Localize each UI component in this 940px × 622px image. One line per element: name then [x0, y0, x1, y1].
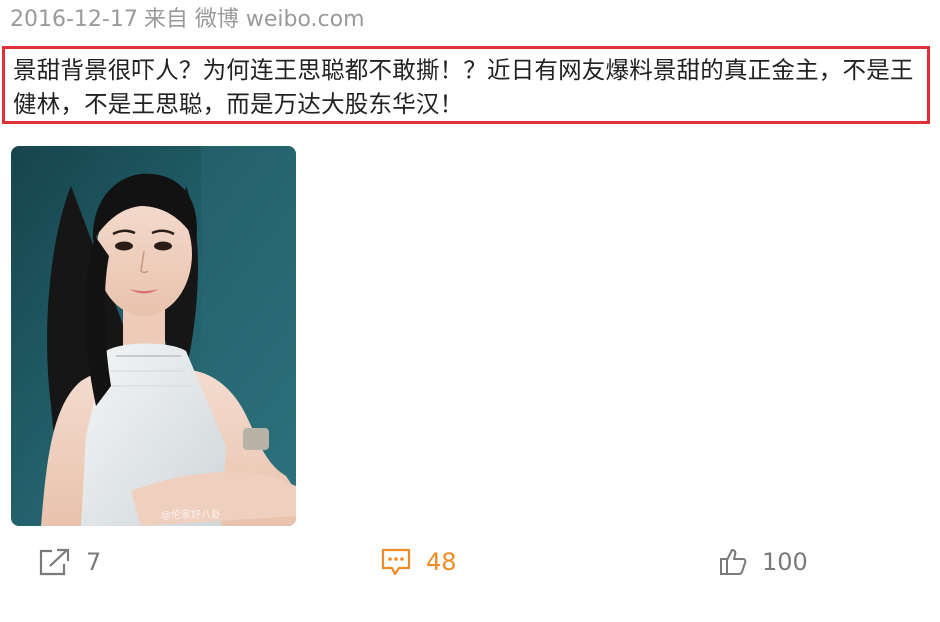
thumbs-up-icon: [718, 547, 748, 577]
highlighted-post-text: 景甜背景很吓人？为何连王思聪都不敢撕！？近日有网友爆料景甜的真正金主，不是王健林…: [2, 46, 930, 124]
repost-button[interactable]: 7: [38, 537, 101, 587]
post-meta: 2016-12-17 来自 微博 weibo.com: [10, 4, 365, 36]
like-count: 100: [762, 548, 808, 576]
comment-icon: [380, 547, 412, 577]
repost-icon: [38, 547, 72, 577]
like-button[interactable]: 100: [718, 537, 808, 587]
action-bar: 7 48 100: [0, 537, 940, 587]
comment-count: 48: [426, 548, 457, 576]
post-date: 2016-12-17: [10, 7, 138, 32]
post-image[interactable]: @伦家好八卦: [11, 146, 296, 526]
image-watermark: @伦家好八卦: [161, 508, 221, 521]
repost-count: 7: [86, 548, 102, 576]
post-source[interactable]: 来自 微博 weibo.com: [144, 7, 365, 32]
post-text: 景甜背景很吓人？为何连王思聪都不敢撕！？近日有网友爆料景甜的真正金主，不是王健林…: [13, 56, 914, 118]
comment-button[interactable]: 48: [380, 537, 457, 587]
